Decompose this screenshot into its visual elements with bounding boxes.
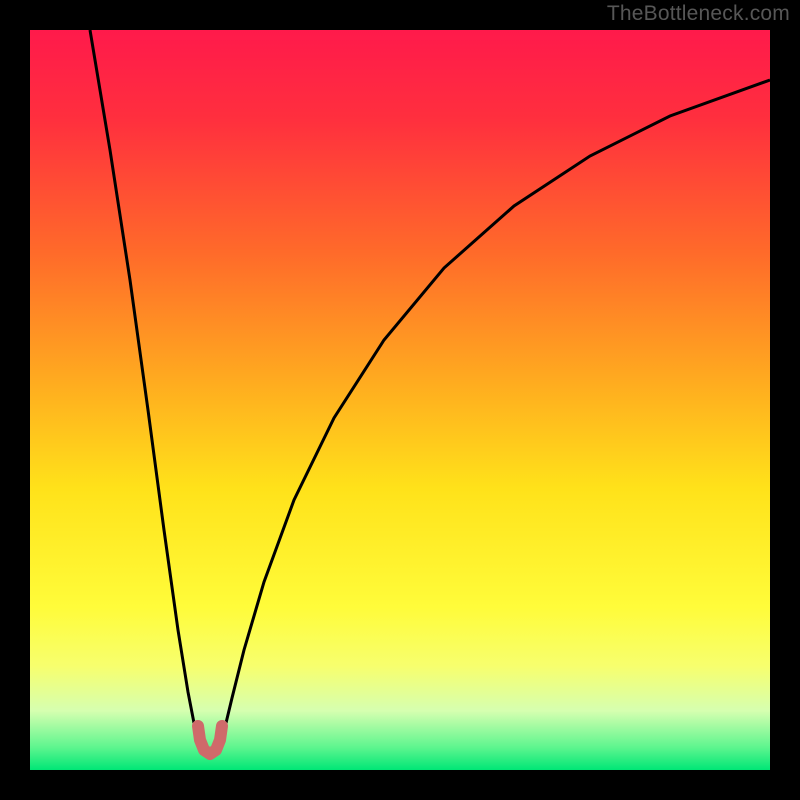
gradient-background bbox=[30, 30, 770, 770]
chart-svg bbox=[30, 30, 770, 770]
chart-frame: TheBottleneck.com bbox=[0, 0, 800, 800]
plot-area bbox=[30, 30, 770, 770]
watermark-text: TheBottleneck.com bbox=[607, 2, 790, 26]
